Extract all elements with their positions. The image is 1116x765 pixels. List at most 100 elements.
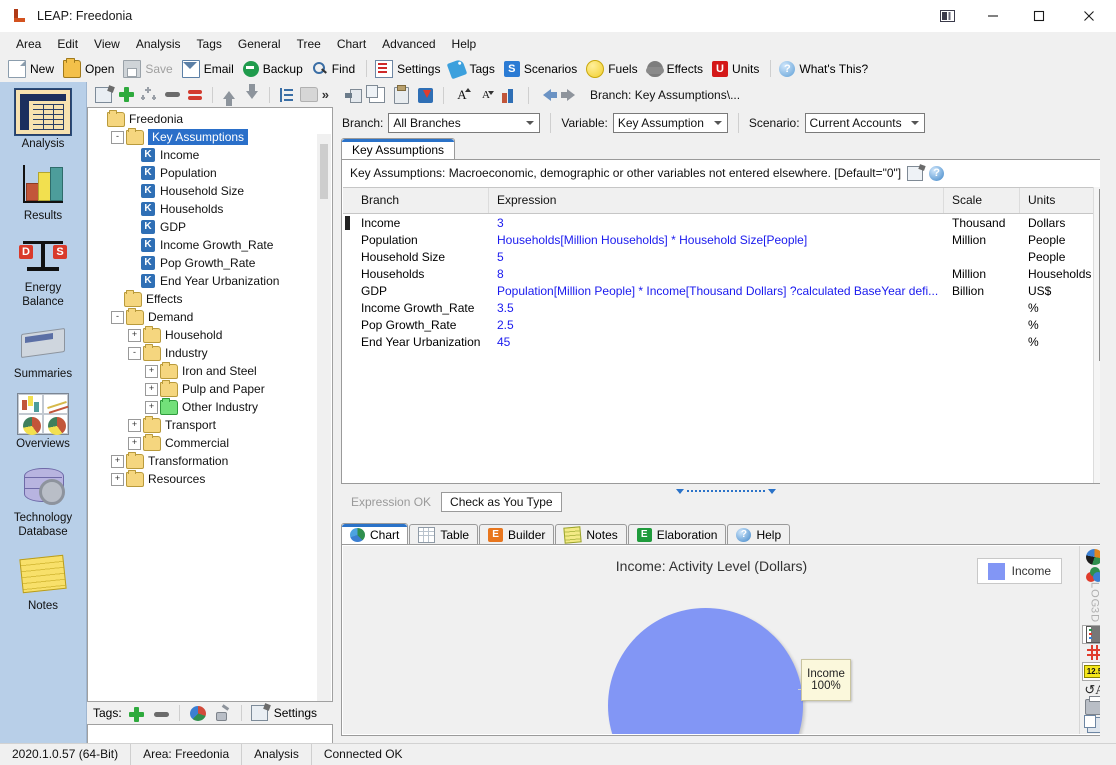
tree-expander[interactable]: +	[128, 418, 141, 432]
menu-analysis[interactable]: Analysis	[128, 35, 189, 53]
cell-expression[interactable]: Households[Million Households] * Househo…	[489, 233, 944, 247]
delete-multiple-icon[interactable]	[185, 85, 206, 105]
toolbar-whats-this-button[interactable]: ? What's This?	[776, 59, 874, 79]
tree-node-pulp-and-paper[interactable]: + Pulp and Paper	[88, 379, 332, 398]
column-header-scale[interactable]: Scale	[944, 188, 1020, 213]
add-tag-icon[interactable]	[125, 703, 147, 723]
variable-filter-select[interactable]: Key Assumption	[612, 113, 728, 133]
tree-node-transport[interactable]: + Transport	[88, 415, 332, 434]
maximize-icon[interactable]	[1016, 0, 1062, 32]
tab-chart[interactable]: Chart	[341, 523, 409, 545]
toolbar-effects-button[interactable]: Effects	[644, 59, 709, 79]
branch-tree[interactable]: Freedonia - Key Assumptions K Income K Populat…	[87, 107, 333, 702]
tree-node-demand[interactable]: - Demand	[88, 307, 332, 326]
remove-tag-icon[interactable]	[150, 703, 172, 723]
tree-node-end-year-urbanization[interactable]: K End Year Urbanization	[88, 272, 332, 290]
menu-tree[interactable]: Tree	[289, 35, 329, 53]
cell-expression[interactable]: 3.5	[489, 301, 944, 315]
sidebar-item-technology-database[interactable]: Technology Database	[0, 451, 86, 539]
help-icon[interactable]: ?	[929, 165, 945, 181]
tree-expander[interactable]: +	[111, 472, 124, 486]
folder-icon[interactable]	[299, 85, 320, 105]
cell-expression[interactable]: Population[Million People] * Income[Thou…	[489, 284, 944, 298]
increase-font-icon[interactable]: A	[451, 85, 473, 105]
menu-advanced[interactable]: Advanced	[374, 35, 443, 53]
table-row[interactable]: Household Size 5 People	[343, 248, 1096, 265]
tree-expander[interactable]: +	[145, 364, 158, 378]
toolbar-open-button[interactable]: Open	[60, 57, 120, 80]
import-icon[interactable]	[414, 85, 436, 105]
tree-node-freedonia[interactable]: Freedonia	[88, 109, 332, 128]
tree-expander[interactable]: -	[111, 310, 124, 324]
column-header-branch[interactable]: Branch	[353, 188, 489, 213]
toolbar-find-button[interactable]: Find	[309, 59, 361, 79]
back-arrow-icon[interactable]	[536, 85, 558, 105]
forward-arrow-icon[interactable]	[560, 85, 582, 105]
tab-elaboration[interactable]: E Elaboration	[627, 524, 727, 545]
properties-icon[interactable]	[93, 85, 114, 105]
paste-insert-icon[interactable]	[342, 85, 364, 105]
tree-expander[interactable]: +	[111, 454, 124, 468]
table-row[interactable]: Income Growth_Rate 3.5%	[343, 299, 1096, 316]
tree-node-industry[interactable]: - Industry	[88, 343, 332, 362]
column-header-expression[interactable]: Expression	[489, 188, 944, 213]
tab-key-assumptions[interactable]: Key Assumptions	[341, 138, 456, 160]
tree-node-household[interactable]: + Household	[88, 325, 332, 344]
cell-expression[interactable]: 8	[489, 267, 944, 281]
note-icon[interactable]	[907, 165, 924, 181]
table-row[interactable]: GDP Population[Million People] * Income[T…	[343, 282, 1096, 299]
move-down-icon[interactable]	[242, 83, 263, 105]
menu-view[interactable]: View	[86, 35, 128, 53]
cell-expression[interactable]: 5	[489, 250, 944, 264]
chart-surface[interactable]: Income: Activity Level (Dollars) Income …	[343, 546, 1080, 734]
tree-node-pop-growth-rate[interactable]: K Pop Growth_Rate	[88, 254, 332, 272]
menu-chart[interactable]: Chart	[329, 35, 374, 53]
tree-expander[interactable]: +	[145, 400, 158, 414]
cell-expression[interactable]: 45	[489, 335, 944, 349]
table-row[interactable]: Households 8 Million Households	[343, 265, 1096, 282]
sidebar-item-notes[interactable]: Notes	[0, 539, 86, 613]
tree-expander[interactable]: +	[128, 328, 141, 342]
paste-icon[interactable]	[390, 84, 412, 105]
tree-expander[interactable]: -	[111, 130, 124, 144]
chart-legend[interactable]: Income	[976, 558, 1062, 584]
menu-area[interactable]: Area	[8, 35, 49, 53]
toolbar-fuels-button[interactable]: Fuels	[583, 58, 643, 80]
tree-node-households[interactable]: K Households	[88, 200, 332, 218]
tag-settings-icon[interactable]	[249, 703, 271, 723]
tree-node-effects[interactable]: Effects	[88, 289, 332, 308]
pie-slice-income[interactable]	[608, 608, 803, 734]
decrease-font-icon[interactable]: A	[475, 85, 497, 105]
menu-tags[interactable]: Tags	[189, 35, 230, 53]
tab-table[interactable]: Table	[409, 524, 479, 545]
tab-builder[interactable]: E Builder	[479, 524, 555, 545]
menu-general[interactable]: General	[230, 35, 289, 53]
add-branch-icon[interactable]	[116, 85, 137, 105]
table-row[interactable]: Pop Growth_Rate 2.5%	[343, 316, 1096, 333]
panel-icon[interactable]	[924, 0, 970, 32]
tree-node-key-assumptions[interactable]: - Key Assumptions	[88, 127, 332, 146]
tree-node-population[interactable]: K Population	[88, 164, 332, 182]
scenario-filter-select[interactable]: Current Accounts	[804, 113, 925, 133]
tree-node-other-industry[interactable]: + Other Industry	[88, 397, 332, 416]
tree-structure-icon[interactable]	[276, 85, 297, 105]
table-row[interactable]: Population Households[Million Households]…	[343, 231, 1096, 248]
tag-globe-icon[interactable]	[187, 703, 209, 723]
chart-settings-icon[interactable]	[499, 85, 521, 105]
toolbar-backup-button[interactable]: Backup	[240, 59, 309, 79]
tree-node-income-growth-rate[interactable]: K Income Growth_Rate	[88, 236, 332, 254]
tags-settings-label[interactable]: Settings	[274, 706, 317, 720]
copy-icon[interactable]	[366, 85, 388, 105]
toolbar-units-button[interactable]: U Units	[709, 59, 765, 79]
minimize-icon[interactable]	[970, 0, 1016, 32]
menu-edit[interactable]: Edit	[49, 35, 86, 53]
cell-expression[interactable]: 3	[489, 216, 944, 230]
tree-toolbar-overflow[interactable]: »	[322, 87, 329, 102]
sidebar-item-overviews[interactable]: Overviews	[0, 381, 86, 451]
tree-expander[interactable]: -	[128, 346, 141, 360]
sidebar-item-analysis[interactable]: Analysis	[0, 82, 86, 151]
tree-node-transformation[interactable]: + Transformation	[88, 451, 332, 470]
toolbar-email-button[interactable]: Email	[179, 58, 240, 80]
tree-expander[interactable]: +	[128, 436, 141, 450]
column-header-units[interactable]: Units	[1020, 188, 1096, 213]
